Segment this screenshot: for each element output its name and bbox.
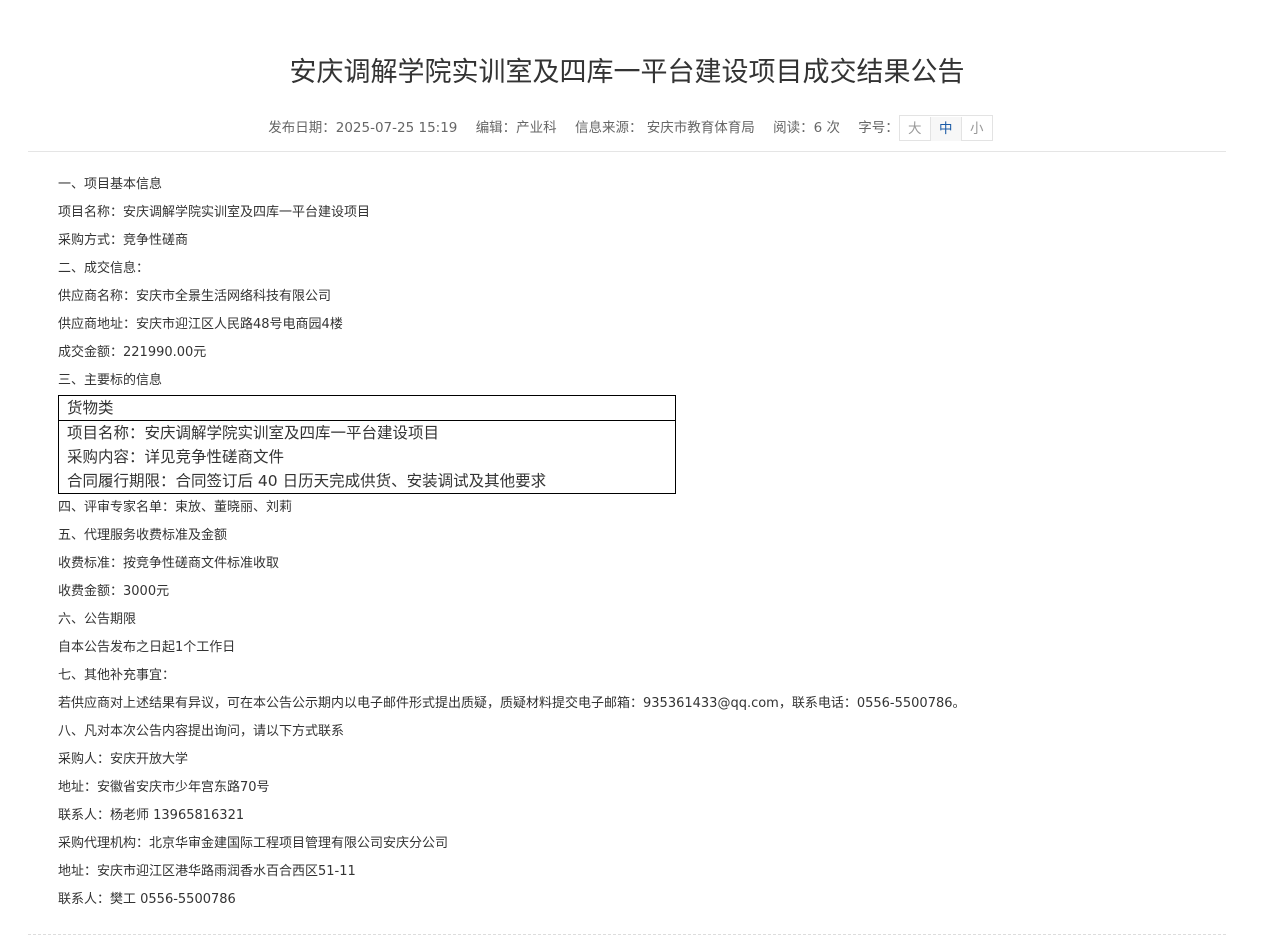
table-procurement-content: 采购内容：详见竞争性磋商文件 xyxy=(67,448,285,466)
article-content: 一、项目基本信息 项目名称：安庆调解学院实训室及四库一平台建设项目 采购方式：竞… xyxy=(58,171,1218,914)
subject-info-table: 货物类 项目名称：安庆调解学院实训室及四库一平台建设项目 采购内容：详见竞争性磋… xyxy=(58,395,676,494)
purchaser: 采购人：安庆开放大学 xyxy=(58,752,189,767)
header-divider xyxy=(28,151,1226,152)
article-container: 安庆调解学院实训室及四库一平台建设项目成交结果公告 发布日期：2025-07-2… xyxy=(28,0,1226,936)
section-5-heading: 五、代理服务收费标准及金额 xyxy=(58,528,228,543)
table-header-cell: 货物类 xyxy=(58,395,676,421)
info-source: 信息来源： 安庆市教育体育局 xyxy=(574,120,755,136)
editor: 编辑：产业科 xyxy=(475,120,557,136)
publish-date: 发布日期：2025-07-25 15:19 xyxy=(268,120,458,136)
objection-notice: 若供应商对上述结果有异议，可在本公告公示期内以电子邮件形式提出质疑，质疑材料提交… xyxy=(58,696,966,711)
table-header-row: 货物类 xyxy=(58,395,676,421)
section-1-heading: 一、项目基本信息 xyxy=(58,177,163,192)
project-name: 项目名称：安庆调解学院实训室及四库一平台建设项目 xyxy=(58,205,371,220)
page-title: 安庆调解学院实训室及四库一平台建设项目成交结果公告 xyxy=(289,57,965,88)
font-size-label: 字号： xyxy=(858,120,899,136)
section-3-heading: 三、主要标的信息 xyxy=(58,373,163,388)
font-size-medium-button[interactable]: 中 xyxy=(929,117,961,141)
footer-divider xyxy=(28,934,1226,935)
table-body-row: 项目名称：安庆调解学院实训室及四库一平台建设项目 采购内容：详见竞争性磋商文件 … xyxy=(58,420,676,494)
table-contract-period: 合同履行期限：合同签订后 40 日历天完成供货、安装调试及其他要求 xyxy=(67,472,547,490)
font-size-switcher: 大中小 xyxy=(898,115,993,141)
agency: 采购代理机构：北京华审金建国际工程项目管理有限公司安庆分公司 xyxy=(58,836,449,851)
font-size-small-button[interactable]: 小 xyxy=(960,117,992,141)
read-count: 阅读：6 次 xyxy=(773,120,840,136)
procurement-method: 采购方式：竞争性磋商 xyxy=(58,233,189,248)
purchaser-address: 地址：安徽省安庆市少年宫东路70号 xyxy=(58,780,270,795)
table-project-name: 项目名称：安庆调解学院实训室及四库一平台建设项目 xyxy=(67,424,440,442)
purchaser-contact: 联系人：杨老师 13965816321 xyxy=(58,808,245,823)
section-2-heading: 二、成交信息： xyxy=(58,261,150,276)
table-body-cell: 项目名称：安庆调解学院实训室及四库一平台建设项目 采购内容：详见竞争性磋商文件 … xyxy=(58,420,676,494)
section-7-heading: 七、其他补充事宜： xyxy=(58,668,176,683)
agency-contact: 联系人：樊工 0556-5500786 xyxy=(58,892,236,907)
supplier-name: 供应商名称：安庆市全景生活网络科技有限公司 xyxy=(58,289,332,304)
supplier-address: 供应商地址：安庆市迎江区人民路48号电商园4楼 xyxy=(58,317,343,332)
notice-period: 自本公告发布之日起1个工作日 xyxy=(58,640,236,655)
deal-amount: 成交金额：221990.00元 xyxy=(58,345,207,360)
font-size-large-button[interactable]: 大 xyxy=(900,117,930,141)
fee-amount: 收费金额：3000元 xyxy=(58,584,170,599)
article-meta: 发布日期：2025-07-25 15:19 编辑：产业科 信息来源： 安庆市教育… xyxy=(28,115,1226,141)
section-6-heading: 六、公告期限 xyxy=(58,612,137,627)
section-8-heading: 八、凡对本次公告内容提出询问，请以下方式联系 xyxy=(58,724,345,739)
fee-standard: 收费标准：按竞争性磋商文件标准收取 xyxy=(58,556,280,571)
agency-address: 地址：安庆市迎江区港华路雨润香水百合西区51-11 xyxy=(58,864,356,879)
section-4-experts: 四、评审专家名单：束放、董晓丽、刘莉 xyxy=(58,500,293,515)
